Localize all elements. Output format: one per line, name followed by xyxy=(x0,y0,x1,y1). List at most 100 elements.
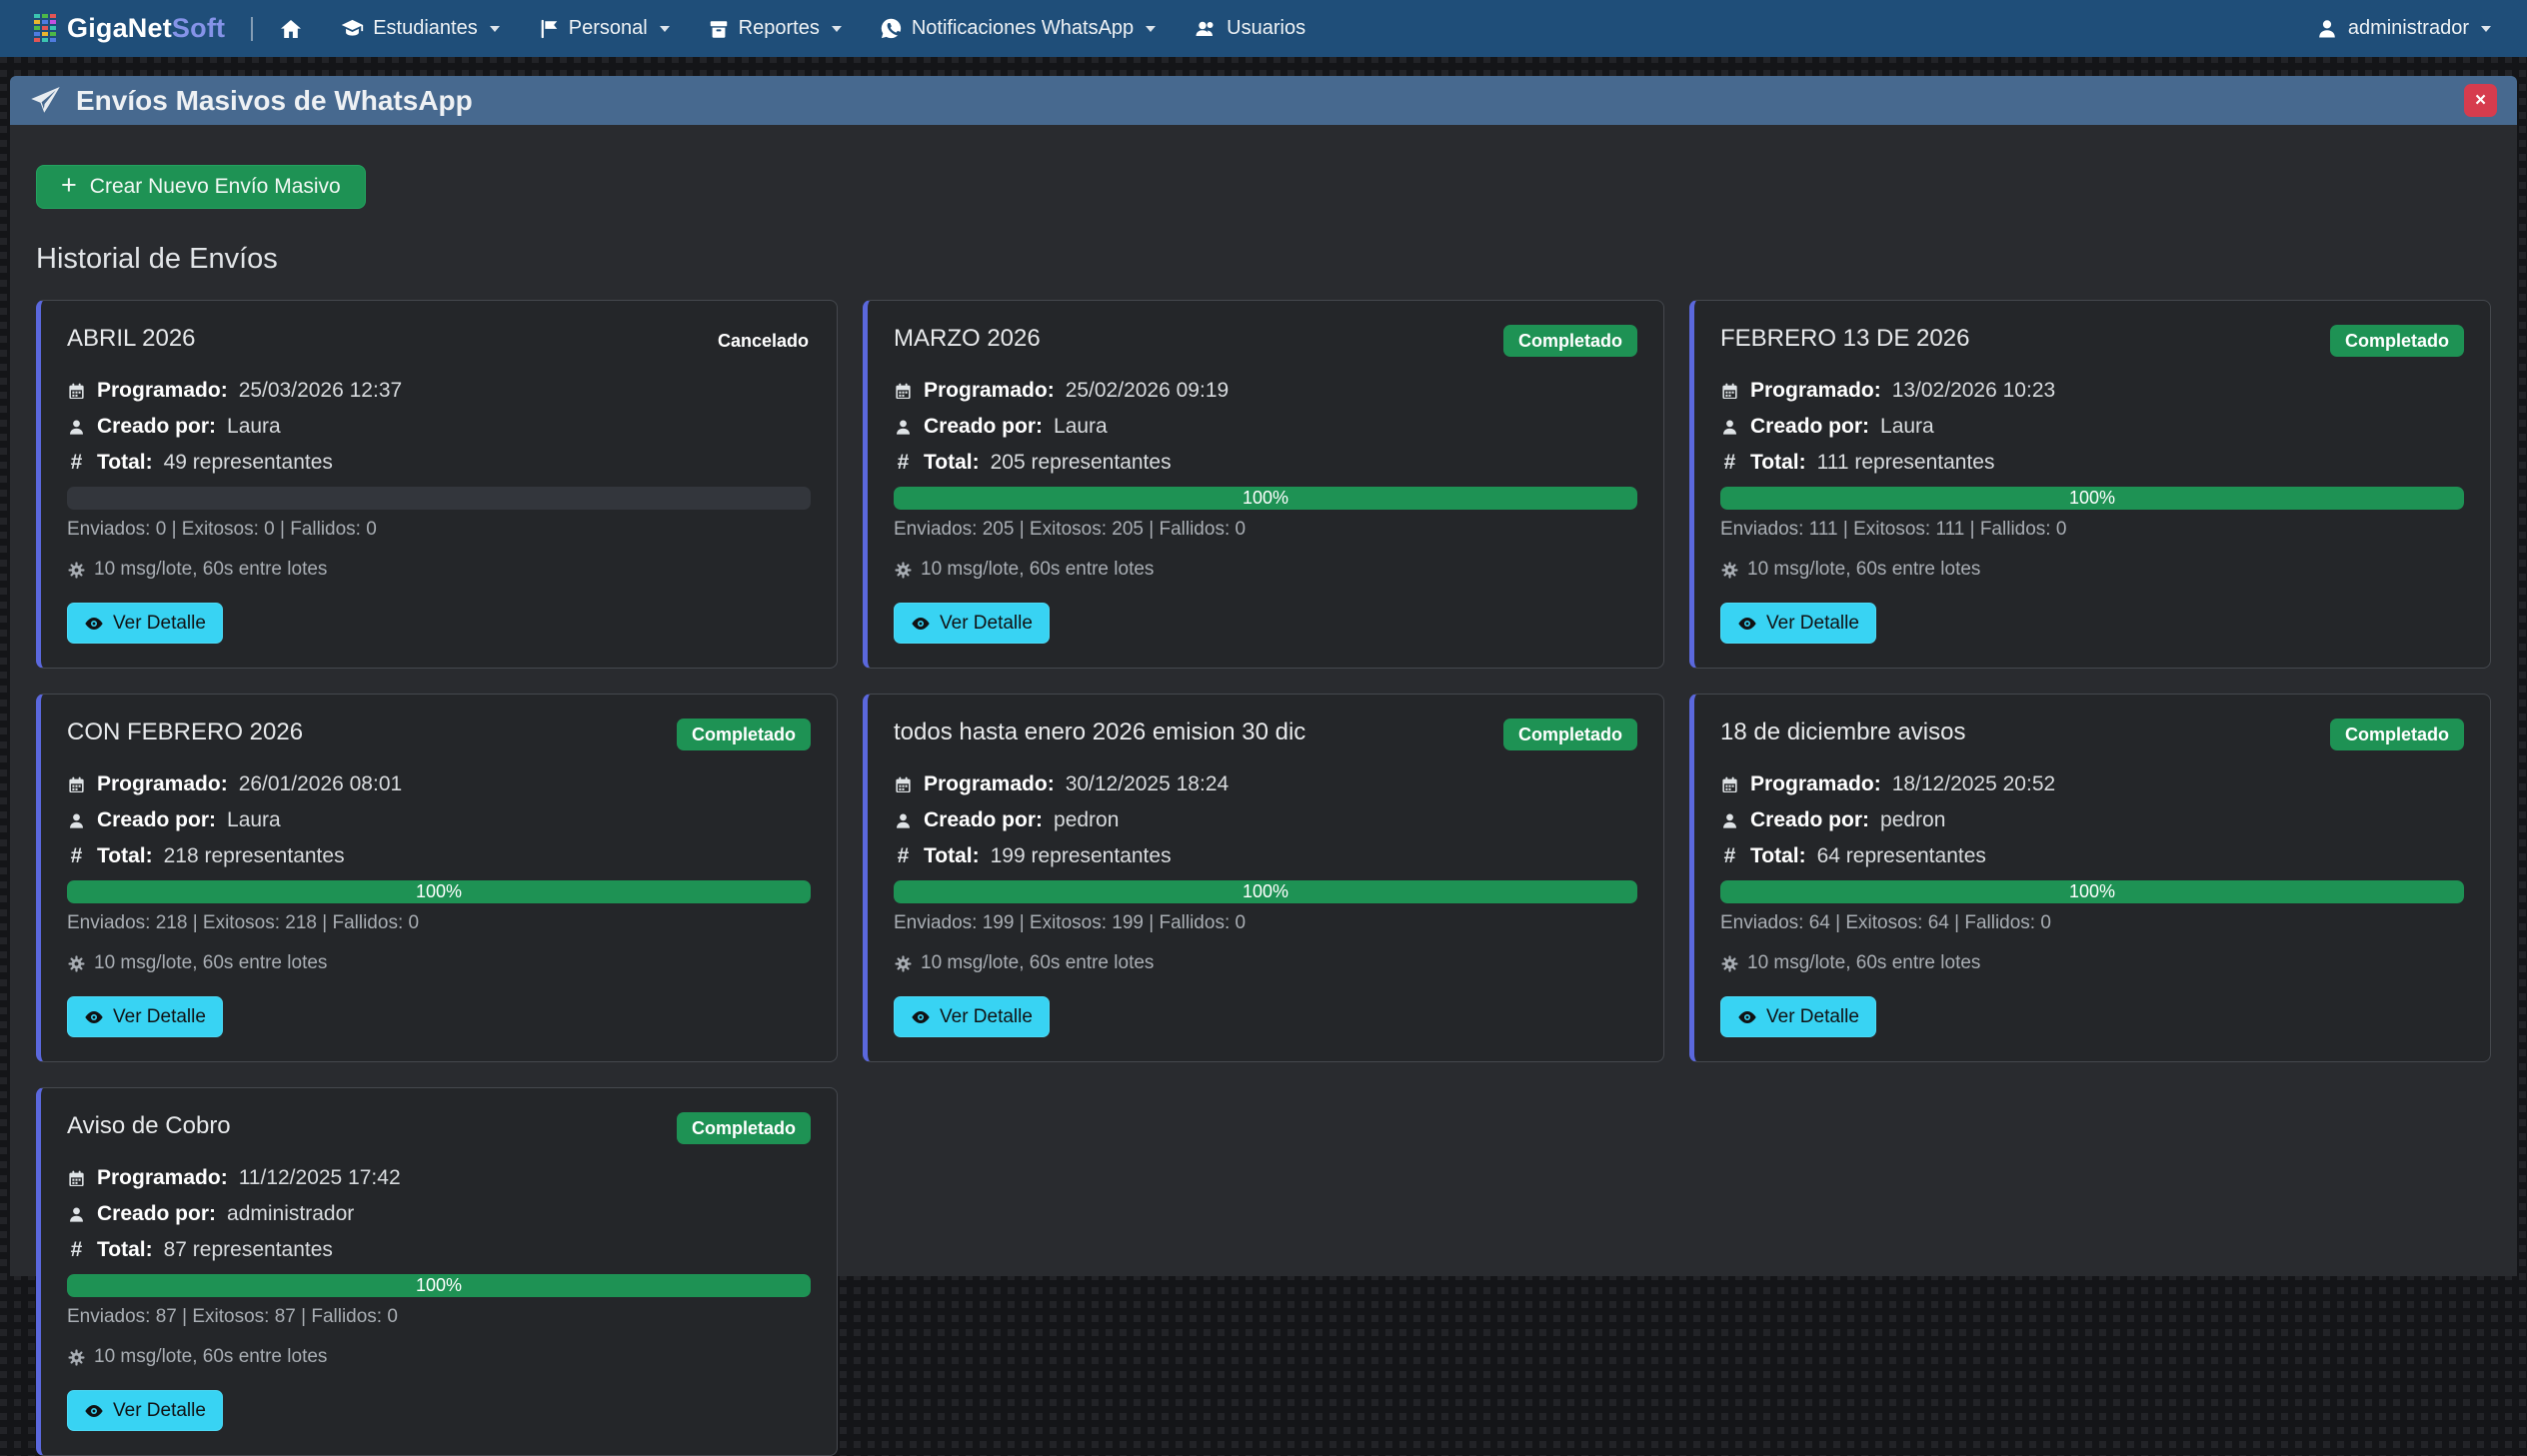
status-badge: Completado xyxy=(677,719,811,750)
stats-line: Enviados: 111 | Exitosos: 111 | Fallidos… xyxy=(1720,519,2464,541)
ver-detalle-button[interactable]: Ver Detalle xyxy=(894,996,1050,1037)
eye-icon xyxy=(84,1401,104,1421)
total-row: # Total: 199 representantes xyxy=(894,844,1637,868)
nav-label: Estudiantes xyxy=(373,17,478,40)
creado-row: Creado por: Laura xyxy=(894,415,1637,439)
programado-label: Programado: xyxy=(1750,379,1881,403)
ver-detalle-button[interactable]: Ver Detalle xyxy=(67,1390,223,1431)
programado-value: 18/12/2025 20:52 xyxy=(1892,772,2056,796)
calendar-icon xyxy=(67,382,86,401)
creado-value: Laura xyxy=(1880,415,1934,439)
ver-detalle-label: Ver Detalle xyxy=(113,613,206,635)
card-title: FEBRERO 13 DE 2026 xyxy=(1720,325,1969,353)
nav-label: Notificaciones WhatsApp xyxy=(912,17,1134,40)
status-badge: Completado xyxy=(1503,719,1637,750)
nav-estudiantes[interactable]: Estudiantes xyxy=(341,17,500,40)
hash-icon: # xyxy=(1720,451,1739,475)
user-icon xyxy=(67,1205,86,1224)
nav-reportes[interactable]: Reportes xyxy=(708,17,842,40)
total-value: 111 representantes xyxy=(1817,451,1995,475)
progress-fill: 100% xyxy=(67,880,811,903)
ver-detalle-button[interactable]: Ver Detalle xyxy=(67,603,223,644)
envio-card: ABRIL 2026 Cancelado Programado: 25/03/2… xyxy=(36,300,838,669)
nav-user-menu[interactable]: administrador xyxy=(2315,17,2491,41)
creado-row: Creado por: Laura xyxy=(1720,415,2464,439)
hash-icon: # xyxy=(67,844,86,868)
total-label: Total: xyxy=(97,1238,153,1262)
creado-label: Creado por: xyxy=(1750,808,1869,832)
close-button[interactable]: × xyxy=(2464,84,2497,117)
progress-fill: 100% xyxy=(894,487,1637,510)
hash-icon: # xyxy=(1720,844,1739,868)
card-title: MARZO 2026 xyxy=(894,325,1041,353)
card-title: todos hasta enero 2026 emision 30 dic xyxy=(894,719,1305,746)
ver-detalle-button[interactable]: Ver Detalle xyxy=(67,996,223,1037)
config-line: 10 msg/lote, 60s entre lotes xyxy=(894,952,1637,974)
nav-notificaciones-whatsapp[interactable]: Notificaciones WhatsApp xyxy=(880,17,1156,40)
main-panel: Envíos Masivos de WhatsApp × + Crear Nue… xyxy=(10,76,2517,1276)
total-value: 218 representantes xyxy=(164,844,345,868)
card-title: ABRIL 2026 xyxy=(67,325,196,353)
gear-icon xyxy=(67,561,86,580)
card-head: ABRIL 2026 Cancelado xyxy=(67,325,811,357)
card-title: 18 de diciembre avisos xyxy=(1720,719,1965,746)
config-line: 10 msg/lote, 60s entre lotes xyxy=(1720,559,2464,581)
programado-value: 25/03/2026 12:37 xyxy=(239,379,403,403)
status-badge: Completado xyxy=(677,1112,811,1144)
card-head: 18 de diciembre avisos Completado xyxy=(1720,719,2464,750)
nav-label: Personal xyxy=(569,17,648,40)
gear-icon xyxy=(1720,561,1739,580)
gear-icon xyxy=(67,1348,86,1367)
eye-icon xyxy=(84,614,104,634)
config-text: 10 msg/lote, 60s entre lotes xyxy=(1747,559,1980,581)
envio-card: Aviso de Cobro Completado Programado: 11… xyxy=(36,1087,838,1456)
paper-plane-icon xyxy=(30,85,61,116)
progress-fill: 100% xyxy=(1720,880,2464,903)
programado-row: Programado: 25/02/2026 09:19 xyxy=(894,379,1637,403)
user-icon xyxy=(67,418,86,437)
card-head: MARZO 2026 Completado xyxy=(894,325,1637,357)
ver-detalle-button[interactable]: Ver Detalle xyxy=(1720,996,1876,1037)
nav-personal[interactable]: Personal xyxy=(538,17,670,40)
total-label: Total: xyxy=(924,844,980,868)
envio-card: 18 de diciembre avisos Completado Progra… xyxy=(1689,694,2491,1062)
brand-logo[interactable]: GigaNetSoft xyxy=(34,13,225,45)
create-envio-button[interactable]: + Crear Nuevo Envío Masivo xyxy=(36,165,366,209)
envio-card: CON FEBRERO 2026 Completado Programado: … xyxy=(36,694,838,1062)
programado-value: 30/12/2025 18:24 xyxy=(1066,772,1230,796)
programado-label: Programado: xyxy=(97,1166,228,1190)
whatsapp-icon xyxy=(880,17,903,40)
nav-user-label: administrador xyxy=(2348,17,2469,40)
total-value: 199 representantes xyxy=(991,844,1172,868)
programado-row: Programado: 26/01/2026 08:01 xyxy=(67,772,811,796)
card-head: todos hasta enero 2026 emision 30 dic Co… xyxy=(894,719,1637,750)
card-head: Aviso de Cobro Completado xyxy=(67,1112,811,1144)
total-label: Total: xyxy=(97,844,153,868)
eye-icon xyxy=(84,1007,104,1027)
progress-bar: 100% xyxy=(894,487,1637,510)
brand-name: GigaNetSoft xyxy=(67,13,225,44)
stats-line: Enviados: 64 | Exitosos: 64 | Fallidos: … xyxy=(1720,912,2464,934)
panel-content: + Crear Nuevo Envío Masivo Historial de … xyxy=(10,125,2517,1276)
config-line: 10 msg/lote, 60s entre lotes xyxy=(894,559,1637,581)
card-head: CON FEBRERO 2026 Completado xyxy=(67,719,811,750)
eye-icon xyxy=(911,614,931,634)
hash-icon: # xyxy=(67,451,86,475)
total-row: # Total: 87 representantes xyxy=(67,1238,811,1262)
card-title: CON FEBRERO 2026 xyxy=(67,719,303,746)
creado-value: Laura xyxy=(227,415,281,439)
nav-home[interactable] xyxy=(279,17,303,41)
ver-detalle-button[interactable]: Ver Detalle xyxy=(894,603,1050,644)
ver-detalle-label: Ver Detalle xyxy=(1766,1006,1859,1028)
config-line: 10 msg/lote, 60s entre lotes xyxy=(1720,952,2464,974)
config-line: 10 msg/lote, 60s entre lotes xyxy=(67,559,811,581)
caret-down-icon xyxy=(832,26,842,32)
config-text: 10 msg/lote, 60s entre lotes xyxy=(94,1346,327,1368)
nav-usuarios[interactable]: Usuarios xyxy=(1194,17,1305,41)
envio-card: FEBRERO 13 DE 2026 Completado Programado… xyxy=(1689,300,2491,669)
home-icon xyxy=(279,17,303,41)
ver-detalle-button[interactable]: Ver Detalle xyxy=(1720,603,1876,644)
config-text: 10 msg/lote, 60s entre lotes xyxy=(94,952,327,974)
hash-icon: # xyxy=(894,844,913,868)
logo-pixels-icon xyxy=(34,13,57,45)
